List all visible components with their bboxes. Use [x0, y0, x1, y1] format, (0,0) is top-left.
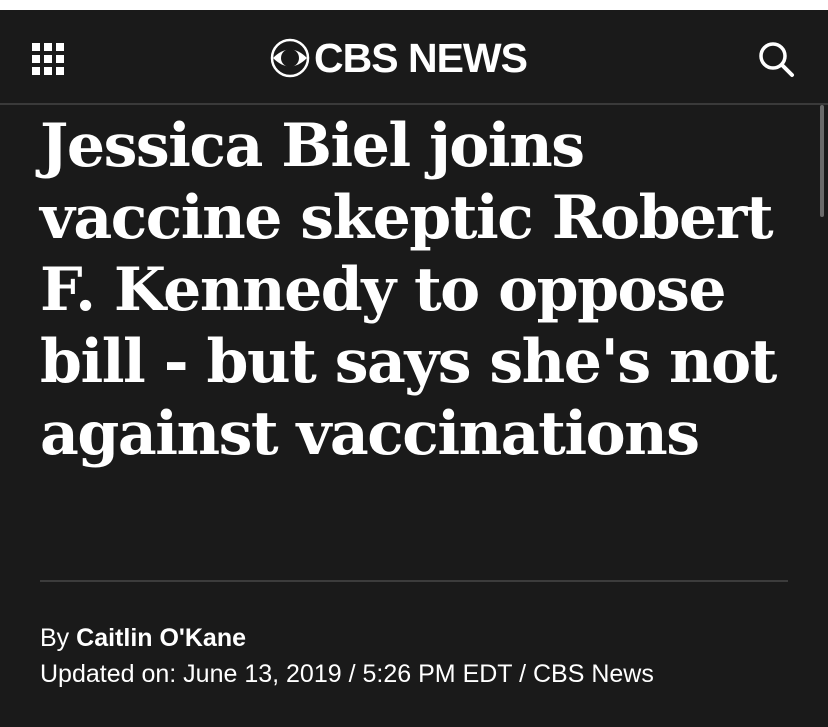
- dateline-source: CBS News: [532, 660, 654, 688]
- menu-dot: [32, 43, 40, 51]
- top-status-strip: [0, 0, 828, 10]
- menu-dot: [56, 55, 64, 63]
- menu-dot: [32, 67, 40, 75]
- grid-menu-icon[interactable]: [32, 43, 64, 75]
- article-headline: Jessica Biel joins vaccine skeptic Rober…: [40, 111, 777, 469]
- content-divider: [40, 580, 788, 582]
- menu-dot: [32, 55, 40, 63]
- cbs-news-logo[interactable]: CBS NEWS: [270, 35, 528, 81]
- dateline-label: Updated on:: [40, 660, 177, 688]
- menu-dot: [44, 43, 52, 51]
- menu-dot: [56, 67, 64, 75]
- byline-prefix: By: [40, 624, 70, 652]
- header-divider: [0, 103, 828, 105]
- brand-wordmark: CBS NEWS: [314, 35, 528, 81]
- menu-dot: [44, 67, 52, 75]
- article-dateline: Updated on: June 13, 2019 / 5:26 PM EDT …: [40, 658, 654, 690]
- search-icon[interactable]: [756, 39, 796, 79]
- author-link[interactable]: Caitlin O'Kane: [76, 624, 246, 652]
- menu-dot: [44, 55, 52, 63]
- dateline-date: June 13, 2019: [183, 660, 342, 688]
- dateline-separator: /: [519, 660, 527, 688]
- cbs-eye-icon: [270, 38, 310, 78]
- scrollbar[interactable]: [820, 105, 824, 217]
- dateline-time: 5:26 PM EDT: [362, 660, 513, 688]
- dateline-separator: /: [348, 660, 356, 688]
- menu-dot: [56, 43, 64, 51]
- article-byline: By Caitlin O'Kane: [40, 622, 246, 654]
